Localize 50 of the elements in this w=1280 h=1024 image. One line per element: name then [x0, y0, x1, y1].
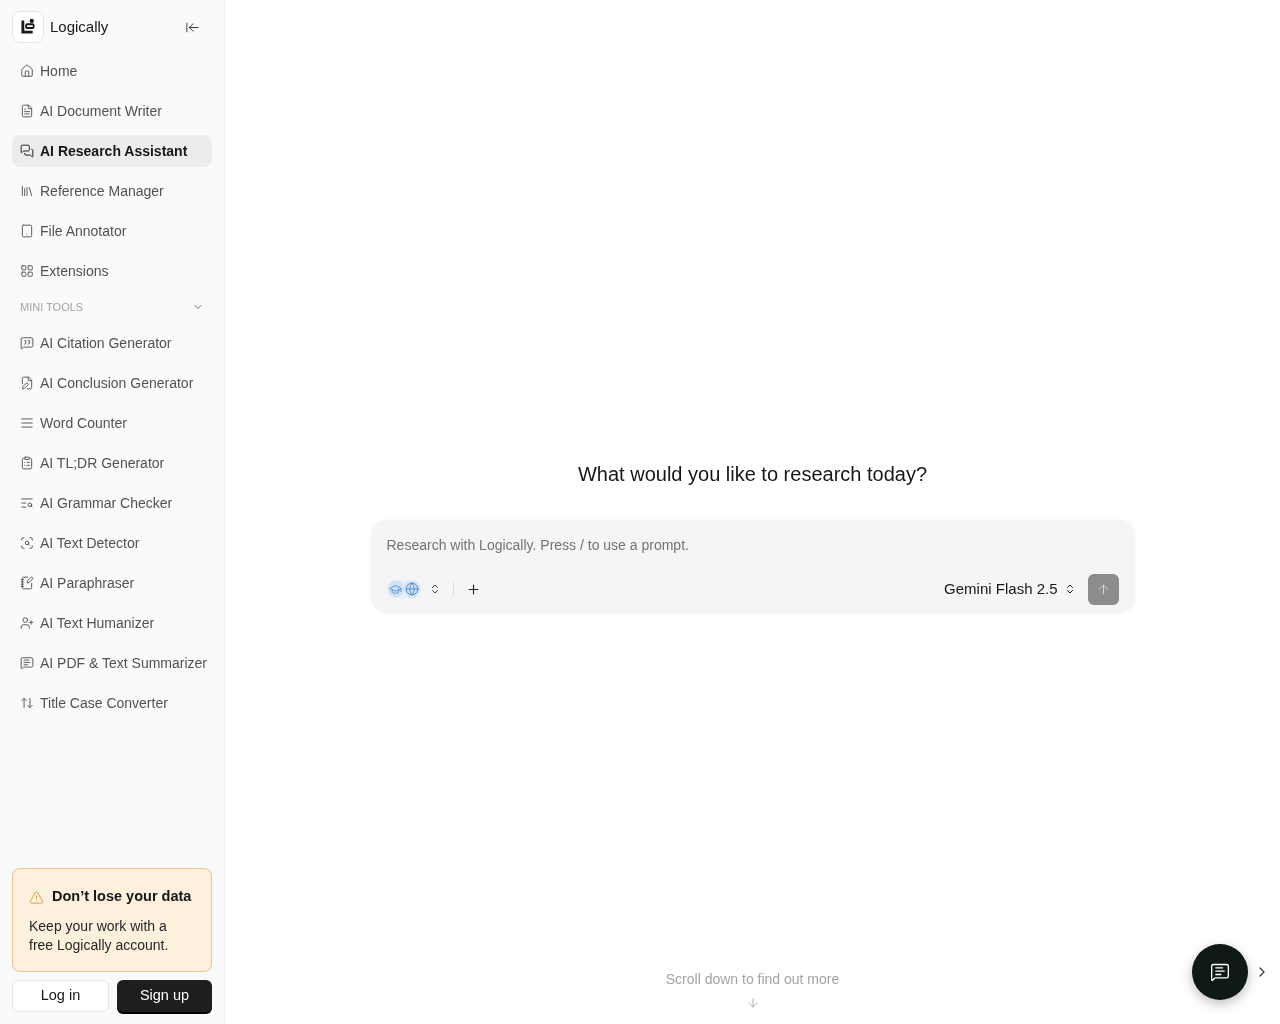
sidebar-item[interactable]: AI Grammar Checker	[12, 487, 212, 519]
graduation-cap-icon[interactable]	[387, 581, 404, 597]
notice-text: Keep your work with a free Logically account.	[29, 917, 170, 955]
sidebar-item[interactable]: Home	[12, 55, 212, 87]
tablet-icon	[20, 224, 34, 238]
sign-up-button[interactable]: Sign up	[117, 980, 212, 1012]
document-icon	[20, 104, 34, 118]
sidebar-item[interactable]: AI Text Detector	[12, 527, 212, 559]
notebook-pen-icon	[20, 576, 34, 590]
scroll-hint: Scroll down to find out more	[665, 970, 840, 989]
sidebar-item[interactable]: File Annotator	[12, 215, 212, 247]
clipboard-list-icon	[20, 456, 34, 470]
page-heading: What would you like to research today?	[577, 461, 928, 487]
sidebar-item[interactable]: Title Case Converter	[12, 687, 212, 719]
scan-search-icon	[20, 536, 34, 550]
text-search-icon	[20, 496, 34, 510]
model-select-button[interactable]: Gemini Flash 2.5	[944, 577, 1076, 601]
arrow-down-icon	[745, 996, 760, 1010]
sidebar-item[interactable]: AI Document Writer	[12, 95, 212, 127]
plus-icon	[466, 581, 481, 597]
sidebar-item[interactable]: Word Counter	[12, 407, 212, 439]
sidebar-item[interactable]: AI Citation Generator	[12, 327, 212, 359]
text-bubble-icon	[20, 656, 34, 670]
chat-button[interactable]	[1192, 944, 1248, 1000]
sidebar-item[interactable]: AI Research Assistant	[12, 135, 212, 167]
mode-toggle[interactable]	[386, 580, 421, 598]
prompt-input[interactable]: Research with Logically. Press / to use a prompt.	[386, 533, 1119, 556]
chat-icon	[1210, 962, 1230, 982]
grid-icon	[20, 264, 34, 278]
log-in-button[interactable]: Log in	[12, 980, 109, 1012]
notice-title: Don’t lose your data	[52, 887, 192, 907]
sidebar-item[interactable]: AI TL;DR Generator	[12, 447, 212, 479]
warning-icon	[29, 889, 44, 905]
sidebar-item[interactable]: AI Paraphraser	[12, 567, 212, 599]
quote-bubble-icon	[20, 336, 34, 350]
sidebar-item[interactable]: AI PDF & Text Summarizer	[12, 647, 212, 679]
file-pen-icon	[20, 376, 34, 390]
brand-name: Logically	[50, 16, 109, 37]
user-plus-icon	[20, 616, 34, 630]
house-icon	[20, 64, 34, 78]
sidebar-item[interactable]: Reference Manager	[12, 175, 212, 207]
chat-bubbles-icon	[20, 144, 34, 158]
up-down-arrows-icon	[20, 696, 34, 710]
books-icon	[20, 184, 34, 198]
sidebar-item[interactable]: AI Text Humanizer	[12, 607, 212, 639]
globe-icon[interactable]	[403, 581, 420, 597]
sidebar-item[interactable]: Extensions	[12, 255, 212, 287]
sidebar-item[interactable]: AI Conclusion Generator	[12, 367, 212, 399]
lines-icon	[20, 416, 34, 430]
logo-icon	[12, 11, 44, 43]
